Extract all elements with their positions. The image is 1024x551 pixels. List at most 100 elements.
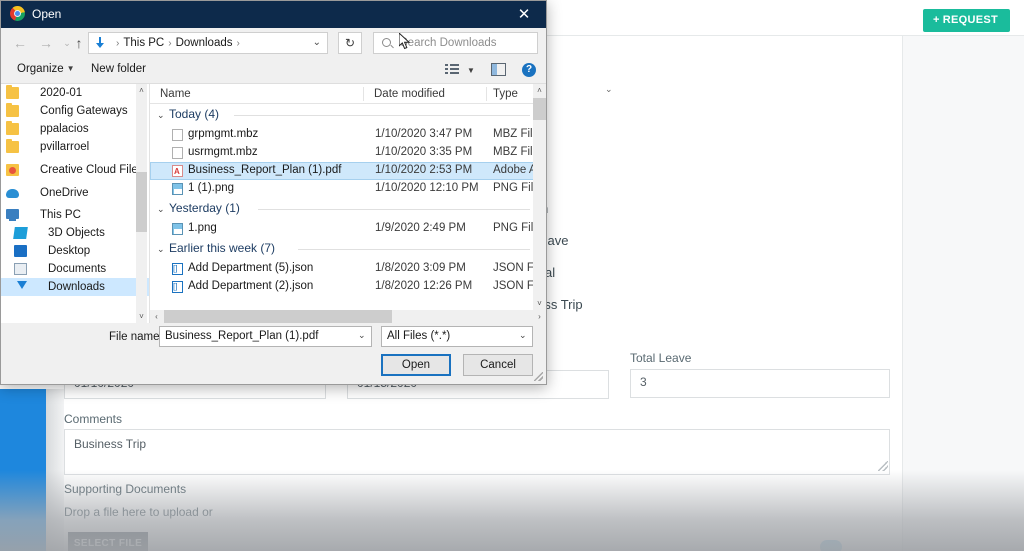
table-row[interactable]: grpmgmt.mbz 1/10/2020 3:47 PM MBZ File xyxy=(150,126,546,144)
group-label: Yesterday (1) xyxy=(169,201,240,215)
desktop-icon xyxy=(14,245,27,257)
help-icon[interactable]: ? xyxy=(522,63,536,77)
dialog-title-bar: Open ✕ xyxy=(1,1,546,28)
back-icon[interactable]: ← xyxy=(10,33,30,53)
chevron-down-icon[interactable]: ⌄ xyxy=(358,330,366,341)
nav-item-onedrive[interactable]: OneDrive xyxy=(1,184,149,202)
refresh-icon[interactable]: ↻ xyxy=(338,32,362,54)
breadcrumb-item-this-pc[interactable]: This PC xyxy=(123,37,164,49)
folder-icon xyxy=(6,141,19,153)
table-row[interactable]: Add Department (5).json 1/8/2020 3:09 PM… xyxy=(150,260,546,278)
table-row[interactable]: 1.png 1/9/2020 2:49 PM PNG File xyxy=(150,220,546,238)
nav-item-3d-objects[interactable]: 3D Objects xyxy=(1,224,149,242)
chevron-down-icon[interactable]: ⌄ xyxy=(157,244,165,255)
scroll-down-icon[interactable]: ˅ xyxy=(136,310,147,323)
nav-item-creative-cloud-files[interactable]: Creative Cloud Files xyxy=(1,161,149,179)
nav-item-2020-01[interactable]: 2020-01 xyxy=(1,84,149,102)
search-box[interactable]: Search Downloads xyxy=(373,32,538,54)
column-header-type[interactable]: Type xyxy=(493,88,518,100)
nav-item-label: OneDrive xyxy=(40,187,89,199)
nav-item-label: 2020-01 xyxy=(40,87,82,99)
supporting-documents-label: Supporting Documents xyxy=(64,482,186,496)
total-leave-label: Total Leave xyxy=(630,351,691,365)
decorative-blue-chip xyxy=(820,540,842,551)
organize-label: Organize xyxy=(17,63,64,75)
file-type-select[interactable]: All Files (*.*) xyxy=(381,326,533,347)
json-file-icon xyxy=(172,263,183,275)
file-name: Add Department (5).json xyxy=(188,262,313,274)
column-header-name[interactable]: Name xyxy=(160,88,191,100)
nav-item-this-pc[interactable]: This PC xyxy=(1,206,149,224)
total-leave-input[interactable]: 3 xyxy=(630,369,890,398)
file-name-input[interactable]: Business_Report_Plan (1).pdf xyxy=(159,326,372,347)
chevron-down-icon[interactable]: ⌄ xyxy=(313,37,321,48)
nav-item-label: Config Gateways xyxy=(40,105,128,117)
plus-icon: + xyxy=(933,14,940,26)
group-header-earlier-this-week[interactable]: ⌄ Earlier this week (7) xyxy=(150,238,546,260)
address-bar[interactable]: ›This PC›Downloads› ⌄ xyxy=(88,32,328,54)
chevron-down-icon[interactable]: ⌄ xyxy=(519,330,527,341)
table-row[interactable]: Add Department (2).json 1/8/2020 12:26 P… xyxy=(150,278,546,296)
scrollbar-thumb[interactable] xyxy=(136,172,147,232)
file-date: 1/8/2020 12:26 PM xyxy=(375,280,472,292)
comments-textarea[interactable]: Business Trip xyxy=(64,429,890,475)
file-list-vertical-scrollbar[interactable]: ˄ ˅ xyxy=(533,84,546,310)
textarea-resize-handle[interactable] xyxy=(878,461,888,471)
nav-item-pvillarroel[interactable]: pvillarroel xyxy=(1,138,149,156)
downloads-icon xyxy=(94,37,106,50)
scrollbar-thumb[interactable] xyxy=(533,98,546,120)
3d-objects-icon xyxy=(13,227,28,239)
onedrive-icon xyxy=(6,189,19,198)
file-date: 1/10/2020 3:35 PM xyxy=(375,146,472,158)
table-row-selected[interactable]: Business_Report_Plan (1).pdf 1/10/2020 2… xyxy=(150,162,546,180)
scrollbar-thumb[interactable] xyxy=(164,310,392,323)
new-folder-button[interactable]: New folder xyxy=(91,63,146,75)
column-header-date-modified[interactable]: Date modified⌄ xyxy=(374,88,445,100)
dialog-body: 2020-01 Config Gateways ppalacios pvilla… xyxy=(1,84,546,323)
left-rail-shadow xyxy=(46,389,64,551)
table-row[interactable]: usrmgmt.mbz 1/10/2020 3:35 PM MBZ File xyxy=(150,144,546,162)
scroll-right-icon[interactable]: › xyxy=(533,310,546,323)
dialog-navigation-bar: ← → ⌄ ↑ ›This PC›Downloads› ⌄ ↻ Search D… xyxy=(1,28,546,57)
chevron-down-icon[interactable]: ⌄ xyxy=(157,110,165,121)
search-icon xyxy=(382,38,391,47)
table-row[interactable]: 1 (1).png 1/10/2020 12:10 PM PNG File xyxy=(150,180,546,198)
group-header-yesterday[interactable]: ⌄ Yesterday (1) xyxy=(150,198,546,220)
nav-pane-scrollbar[interactable]: ˄ ˅ xyxy=(136,84,147,323)
close-icon[interactable]: ✕ xyxy=(502,1,546,28)
nav-item-config-gateways[interactable]: Config Gateways xyxy=(1,102,149,120)
cancel-button[interactable]: Cancel xyxy=(463,354,533,376)
nav-item-label: Creative Cloud Files xyxy=(40,164,144,176)
add-request-button[interactable]: +REQUEST xyxy=(923,9,1010,32)
scroll-down-icon[interactable]: ˅ xyxy=(533,297,546,310)
folder-icon xyxy=(6,87,19,99)
dialog-resize-grip[interactable] xyxy=(534,372,543,381)
nav-item-downloads[interactable]: Downloads xyxy=(1,278,149,296)
select-file-button[interactable]: SELECT FILE xyxy=(68,532,148,551)
open-button[interactable]: Open xyxy=(381,354,451,376)
file-list-horizontal-scrollbar[interactable]: ‹ › xyxy=(150,310,546,323)
breadcrumb-item-downloads[interactable]: Downloads xyxy=(176,37,233,49)
nav-item-documents[interactable]: Documents xyxy=(1,260,149,278)
chevron-down-icon: ▼ xyxy=(67,64,75,73)
nav-item-ppalacios[interactable]: ppalacios xyxy=(1,120,149,138)
scroll-left-icon[interactable]: ‹ xyxy=(150,310,163,323)
chevron-down-icon[interactable]: ⌄ xyxy=(157,204,165,215)
group-header-today[interactable]: ⌄ Today (4) xyxy=(150,104,546,126)
up-icon[interactable]: ↑ xyxy=(69,33,89,53)
file-date: 1/10/2020 2:53 PM xyxy=(375,164,472,176)
nav-item-label: This PC xyxy=(40,209,81,221)
forward-icon[interactable]: → xyxy=(36,33,56,53)
comments-label: Comments xyxy=(64,412,122,426)
scroll-up-icon[interactable]: ˄ xyxy=(136,84,147,97)
organize-button[interactable]: Organize▼ xyxy=(17,63,75,75)
generic-file-icon xyxy=(172,147,183,159)
scroll-up-icon[interactable]: ˄ xyxy=(533,84,546,97)
group-label: Earlier this week (7) xyxy=(169,241,275,255)
chevron-down-icon[interactable]: ▼ xyxy=(467,66,475,75)
view-list-icon[interactable] xyxy=(445,64,459,76)
nav-item-desktop[interactable]: Desktop xyxy=(1,242,149,260)
preview-pane-icon[interactable] xyxy=(491,63,506,76)
nav-item-label: 3D Objects xyxy=(48,227,105,239)
dialog-footer: File name: Business_Report_Plan (1).pdf … xyxy=(1,323,546,384)
